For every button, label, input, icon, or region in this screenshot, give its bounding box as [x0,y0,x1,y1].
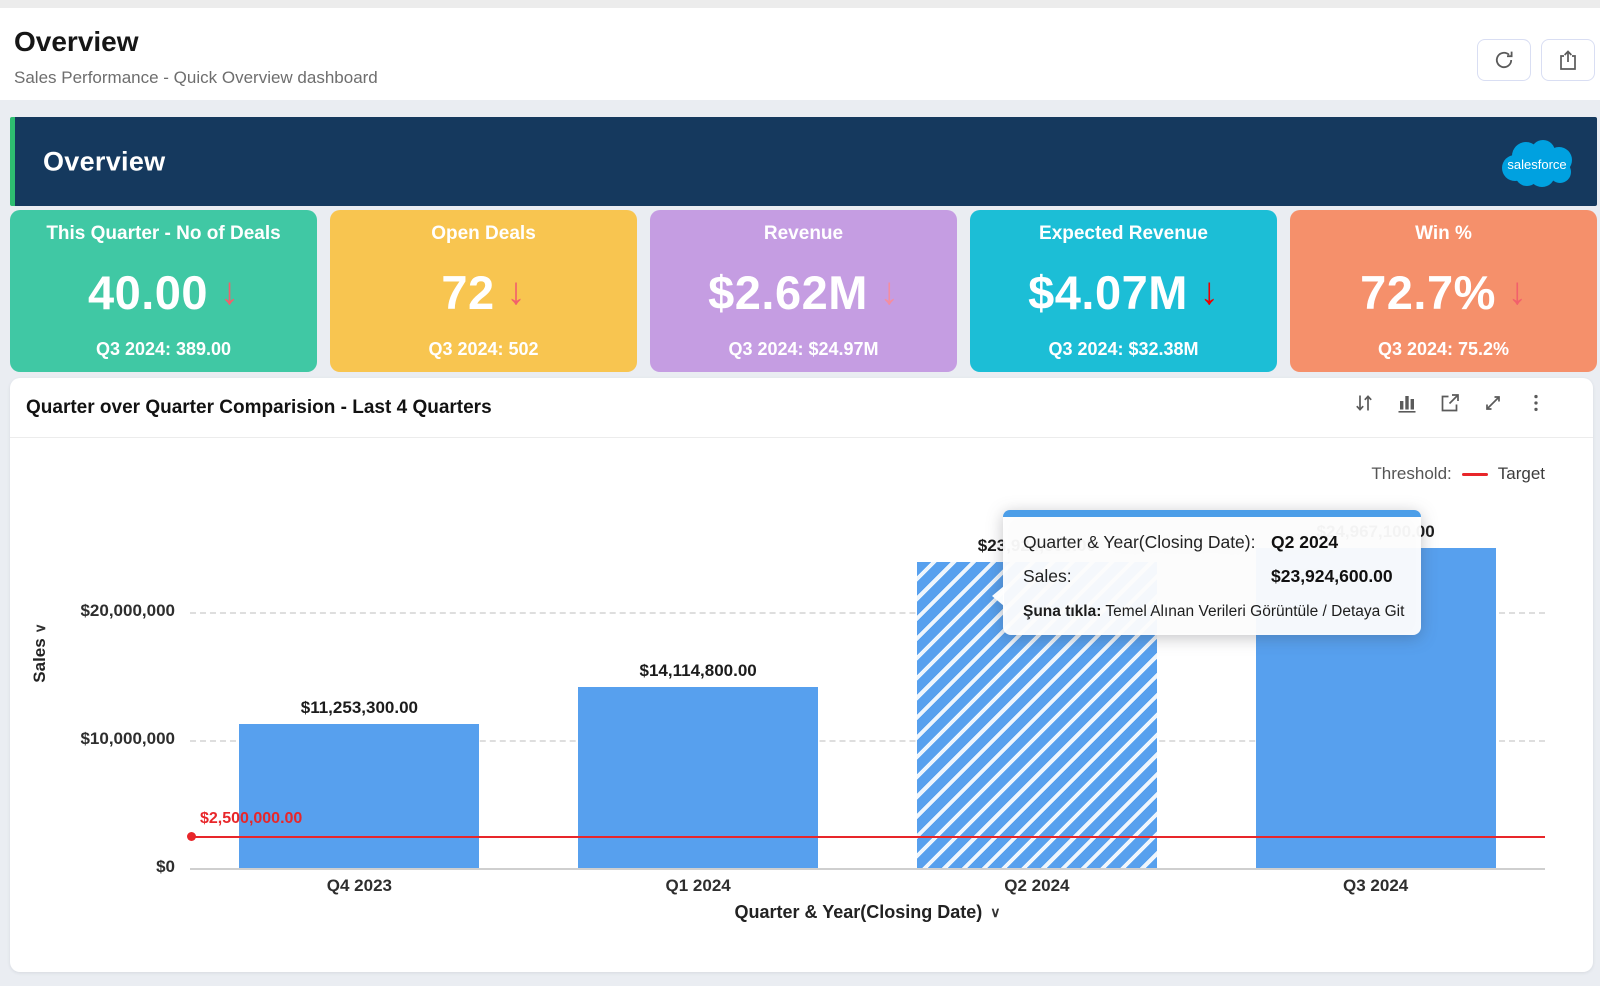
tooltip-hint: Şuna tıkla: Temel Alınan Verileri Görünt… [1023,603,1405,621]
threshold-line-target [190,836,1545,838]
kpi-value: $2.62M [708,265,868,320]
threshold-dot [187,832,196,841]
kpi-comparison: Q3 2024: 75.2% [1378,339,1509,360]
window-top-strip [0,0,1600,8]
svg-text:salesforce: salesforce [1507,157,1566,172]
kpi-card-open-deals[interactable]: Open Deals 72 ↓ Q3 2024: 502 [330,210,637,372]
x-tick-q1-2024: Q1 2024 [666,876,731,896]
salesforce-logo-icon: salesforce [1497,134,1577,190]
kpi-value-row: $2.62M ↓ [708,265,899,320]
kpi-value: $4.07M [1028,265,1188,320]
trend-down-arrow-icon: ↓ [1200,273,1219,311]
kpi-title: Expected Revenue [1039,223,1208,245]
bar-q4-2023[interactable] [239,724,479,868]
x-tick-q2-2024: Q2 2024 [1004,876,1069,896]
bar-value-label: $11,253,300.00 [301,698,418,718]
x-tick-q3-2024: Q3 2024 [1343,876,1408,896]
kpi-comparison: Q3 2024: 502 [428,339,538,360]
header-actions [1477,39,1595,81]
chart-panel: Quarter over Quarter Comparision - Last … [10,378,1593,972]
y-tick-label: $10,000,000 [25,729,175,749]
kpi-title: Win % [1415,223,1472,245]
kpi-title: This Quarter - No of Deals [46,223,280,245]
tooltip-row-value: Q2 2024 [1271,530,1405,555]
tooltip-pointer [992,586,1004,606]
trend-down-arrow-icon: ↓ [507,273,526,311]
kpi-card-this-quarter-no-of-deals[interactable]: This Quarter - No of Deals 40.00 ↓ Q3 2024:… [10,210,317,372]
page-subtitle: Sales Performance - Quick Overview dashb… [14,68,378,88]
bar-chart: Sales ∨ $0$10,000,000$20,000,000$11,253,… [10,378,1593,972]
kpi-value-row: $4.07M ↓ [1028,265,1219,320]
x-axis-title-text: Quarter & Year(Closing Date) [735,902,983,923]
kpi-value: 72 [441,265,494,320]
kpi-card-revenue[interactable]: Revenue $2.62M ↓ Q3 2024: $24.97M [650,210,957,372]
x-axis-line [190,868,1545,870]
kpi-comparison: Q3 2024: $24.97M [728,339,878,360]
chevron-down-icon: ∨ [32,623,48,633]
chart-tooltip: Quarter & Year(Closing Date): Q2 2024 Sa… [1003,510,1421,635]
tooltip-body: Quarter & Year(Closing Date): Q2 2024 Sa… [1003,517,1421,635]
banner-title: Overview [43,146,165,177]
kpi-cards-row: This Quarter - No of Deals 40.00 ↓ Q3 2024:… [10,210,1597,372]
trend-down-arrow-icon: ↓ [880,273,899,311]
x-tick-q4-2023: Q4 2023 [327,876,392,896]
share-icon [1556,48,1580,72]
kpi-value: 72.7% [1360,265,1496,320]
kpi-comparison: Q3 2024: 389.00 [96,339,231,360]
kpi-value-row: 40.00 ↓ [88,265,239,320]
kpi-value-row: 72.7% ↓ [1360,265,1527,320]
bar-q1-2024[interactable] [578,687,818,868]
kpi-value: 40.00 [88,265,208,320]
kpi-title: Revenue [764,223,843,245]
x-axis-title[interactable]: Quarter & Year(Closing Date) ∨ [735,902,1001,923]
page-header: Overview Sales Performance - Quick Overv… [0,8,1600,100]
dashboard-banner: Overview salesforce [10,117,1597,206]
y-tick-label: $0 [25,857,175,877]
kpi-card-win[interactable]: Win % 72.7% ↓ Q3 2024: 75.2% [1290,210,1597,372]
refresh-icon [1492,48,1516,72]
bar-value-label: $14,114,800.00 [640,661,757,681]
tooltip-row-label: Quarter & Year(Closing Date): [1023,530,1271,555]
page-title: Overview [14,26,139,58]
export-button[interactable] [1541,39,1595,81]
threshold-value-label: $2,500,000.00 [200,810,302,828]
refresh-button[interactable] [1477,39,1531,81]
chevron-down-icon: ∨ [990,904,1000,921]
tooltip-row-value: $23,924,600.00 [1271,564,1405,589]
kpi-title: Open Deals [431,223,536,245]
kpi-card-expected-revenue[interactable]: Expected Revenue $4.07M ↓ Q3 2024: $32.38M [970,210,1277,372]
tooltip-row-label: Sales: [1023,564,1271,589]
kpi-comparison: Q3 2024: $32.38M [1048,339,1198,360]
kpi-value-row: 72 ↓ [441,265,525,320]
tooltip-accent-bar [1003,510,1421,517]
y-tick-label: $20,000,000 [25,601,175,621]
trend-down-arrow-icon: ↓ [1508,273,1527,311]
trend-down-arrow-icon: ↓ [220,273,239,311]
